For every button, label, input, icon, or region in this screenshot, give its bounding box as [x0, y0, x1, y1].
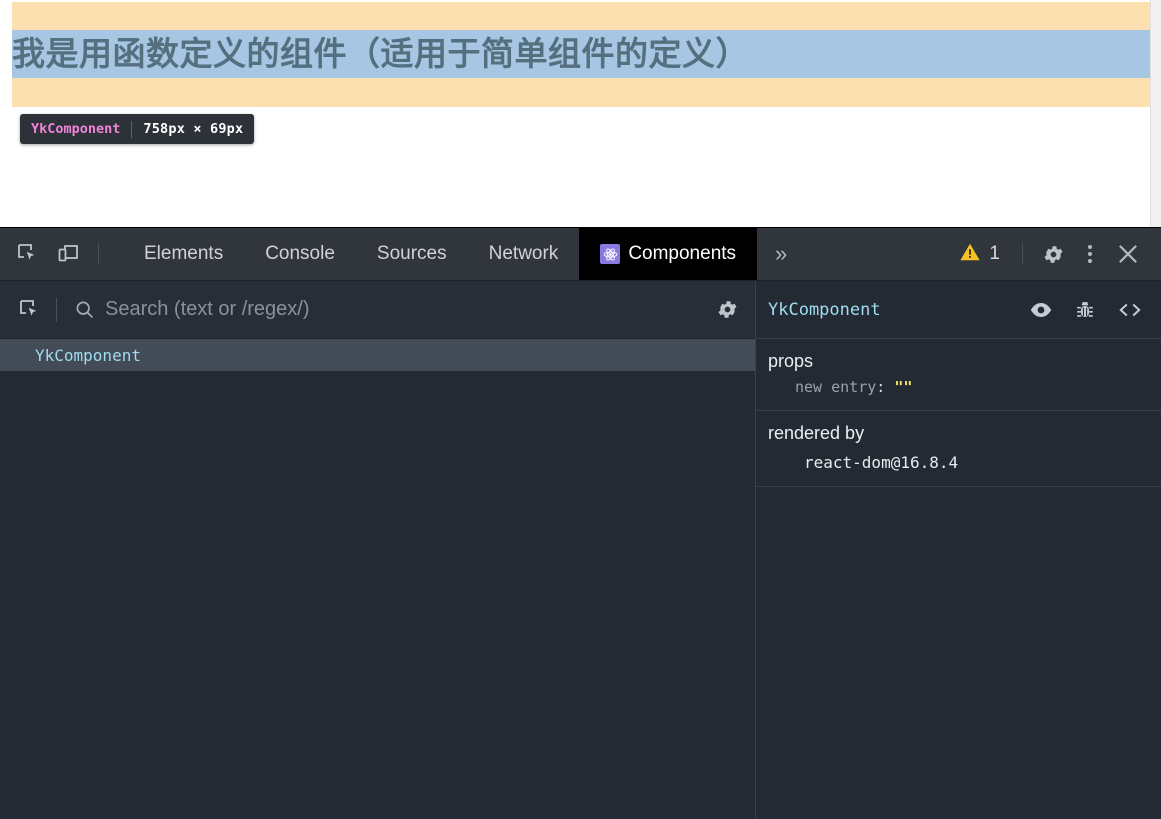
inspected-component-name: YkComponent: [768, 299, 881, 320]
react-atom-icon: [600, 244, 621, 264]
tab-sources[interactable]: Sources: [356, 228, 468, 280]
tab-network[interactable]: Network: [468, 228, 580, 280]
warning-badge[interactable]: 1: [947, 241, 1012, 268]
kebab-dot: [1088, 245, 1092, 249]
inspect-element-icon[interactable]: [8, 228, 48, 280]
tab-elements-label: Elements: [144, 243, 224, 264]
tab-elements[interactable]: Elements: [123, 228, 244, 280]
toolbar-right-group: 1: [947, 228, 1161, 280]
more-options-icon[interactable]: [1073, 245, 1107, 263]
page-heading: 我是用函数定义的组件（适用于简单组件的定义）: [12, 30, 1150, 78]
inspector-highlight-tooltip: YkComponent 758px × 69px: [20, 114, 255, 144]
devtools-panel: Elements Console Sources Network Compone…: [0, 227, 1161, 819]
inspected-component-header: YkComponent: [756, 281, 1161, 339]
components-panel-body: YkComponent YkComponent: [0, 281, 1161, 819]
rendered-by-section: rendered by react-dom@16.8.4: [756, 411, 1161, 487]
tab-console[interactable]: Console: [244, 228, 356, 280]
browser-viewport: 我是用函数定义的组件（适用于简单组件的定义） YkComponent 758px…: [0, 0, 1161, 227]
kebab-dot: [1088, 252, 1092, 256]
inspected-component-actions: [1029, 298, 1143, 322]
tree-toolbar-divider: [56, 297, 57, 322]
tooltip-dimensions: 758px × 69px: [143, 121, 244, 137]
tab-network-label: Network: [488, 243, 559, 264]
tab-components[interactable]: Components: [579, 228, 758, 280]
toolbar-divider-right: [1022, 243, 1023, 265]
search-icon: [71, 299, 97, 320]
props-section: props new entry: "": [756, 339, 1161, 411]
tab-components-label: Components: [628, 243, 737, 264]
gear-icon[interactable]: [699, 298, 755, 321]
code-icon[interactable]: [1117, 298, 1143, 322]
select-element-icon[interactable]: [10, 298, 50, 322]
eye-icon[interactable]: [1029, 298, 1053, 322]
gear-icon[interactable]: [1033, 243, 1073, 266]
tab-sources-label: Sources: [376, 243, 447, 264]
tree-row-ykcomponent[interactable]: YkComponent: [0, 339, 755, 371]
tooltip-component-name: YkComponent: [31, 121, 121, 137]
prop-key: new entry: [795, 378, 877, 396]
warning-count: 1: [989, 243, 1000, 264]
component-tree-column: YkComponent: [0, 281, 755, 819]
close-icon[interactable]: [1107, 241, 1149, 267]
device-toolbar-icon[interactable]: [48, 228, 88, 280]
devtools-toolbar: Elements Console Sources Network Compone…: [0, 228, 1161, 281]
props-section-title: props: [768, 351, 814, 371]
page-scrollbar[interactable]: [1150, 0, 1161, 227]
search-input[interactable]: [105, 298, 699, 321]
tree-row-label: YkComponent: [35, 345, 141, 365]
prop-row[interactable]: new entry: "": [768, 378, 1161, 396]
rendered-by-entry: react-dom@16.8.4: [804, 453, 959, 472]
devtools-tab-strip: Elements Console Sources Network Compone…: [123, 228, 758, 280]
component-tree-toolbar: [0, 281, 755, 339]
tooltip-divider: [131, 120, 133, 138]
kebab-dot: [1088, 259, 1092, 263]
warning-triangle-icon: [959, 241, 981, 268]
toolbar-divider: [98, 243, 99, 265]
prop-value: "": [894, 378, 913, 396]
more-tabs-chevron-icon[interactable]: »: [757, 228, 805, 280]
component-tree-list: YkComponent: [0, 339, 755, 819]
prop-colon: :: [876, 378, 886, 396]
inspected-component-column: YkComponent props new entry: "" rendered…: [755, 281, 1161, 819]
rendered-by-title: rendered by: [768, 423, 865, 443]
tab-console-label: Console: [265, 243, 335, 264]
bug-icon[interactable]: [1074, 299, 1096, 321]
yk-component-highlighted-element[interactable]: 我是用函数定义的组件（适用于简单组件的定义）: [12, 2, 1150, 107]
